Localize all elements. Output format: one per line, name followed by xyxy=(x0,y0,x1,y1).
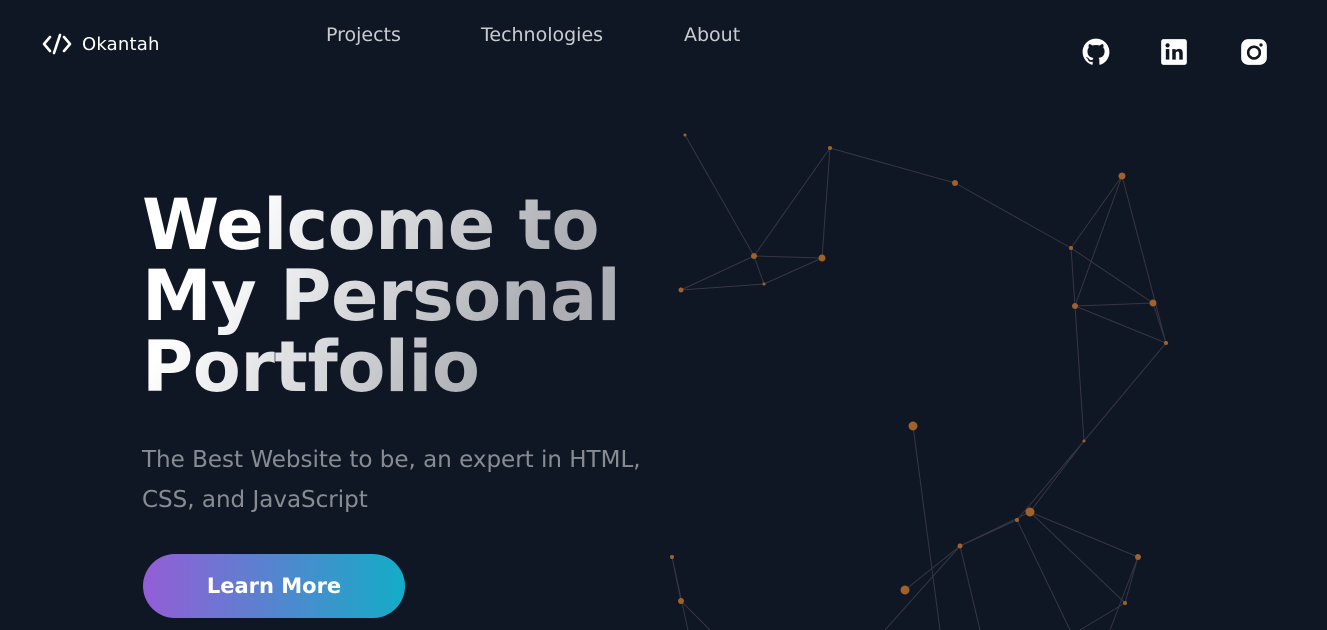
instagram-link[interactable] xyxy=(1240,38,1268,66)
hero-title: Welcome to My Personal Portfolio xyxy=(142,190,662,403)
particle-network-background xyxy=(670,133,1168,630)
portfolio-page: Okantah Projects Technologies About Welc… xyxy=(0,0,1327,630)
logo-text: Okantah xyxy=(82,33,160,55)
code-brackets-icon xyxy=(42,33,72,55)
linkedin-icon xyxy=(1161,39,1187,65)
hero-title-line: My Personal xyxy=(142,255,621,337)
social-links xyxy=(1082,38,1272,70)
hero-title-line: Portfolio xyxy=(142,326,480,408)
github-icon xyxy=(1082,38,1110,65)
linkedin-link[interactable] xyxy=(1160,38,1188,66)
nav-link-technologies[interactable]: Technologies xyxy=(481,24,603,46)
nav-link-about[interactable]: About xyxy=(684,24,740,46)
hero-subtitle: The Best Website to be, an expert in HTM… xyxy=(142,447,641,513)
instagram-icon xyxy=(1241,39,1267,65)
nav-link-projects[interactable]: Projects xyxy=(326,24,401,46)
github-link[interactable] xyxy=(1082,38,1110,66)
logo-link[interactable]: Okantah xyxy=(42,33,160,55)
learn-more-button[interactable]: Learn More xyxy=(143,554,405,618)
hero-title-line: Welcome to xyxy=(142,184,600,266)
